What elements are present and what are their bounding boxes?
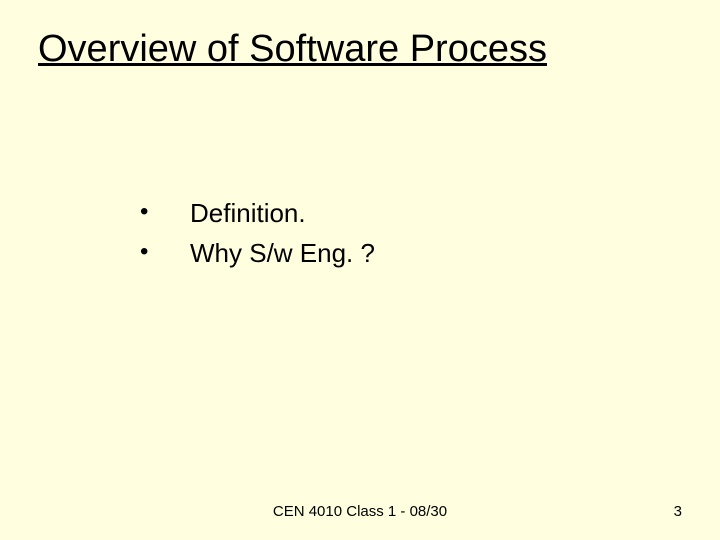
page-number: 3 (674, 503, 682, 520)
list-item: • Definition. (140, 195, 375, 231)
bullet-icon: • (140, 195, 190, 229)
bullet-text: Why S/w Eng. ? (190, 235, 375, 271)
list-item: • Why S/w Eng. ? (140, 235, 375, 271)
bullet-icon: • (140, 235, 190, 269)
slide: Overview of Software Process • Definitio… (0, 0, 720, 540)
slide-title: Overview of Software Process (38, 28, 547, 71)
bullet-text: Definition. (190, 195, 306, 231)
bullet-list: • Definition. • Why S/w Eng. ? (140, 195, 375, 276)
footer-text: CEN 4010 Class 1 - 08/30 (0, 503, 720, 520)
